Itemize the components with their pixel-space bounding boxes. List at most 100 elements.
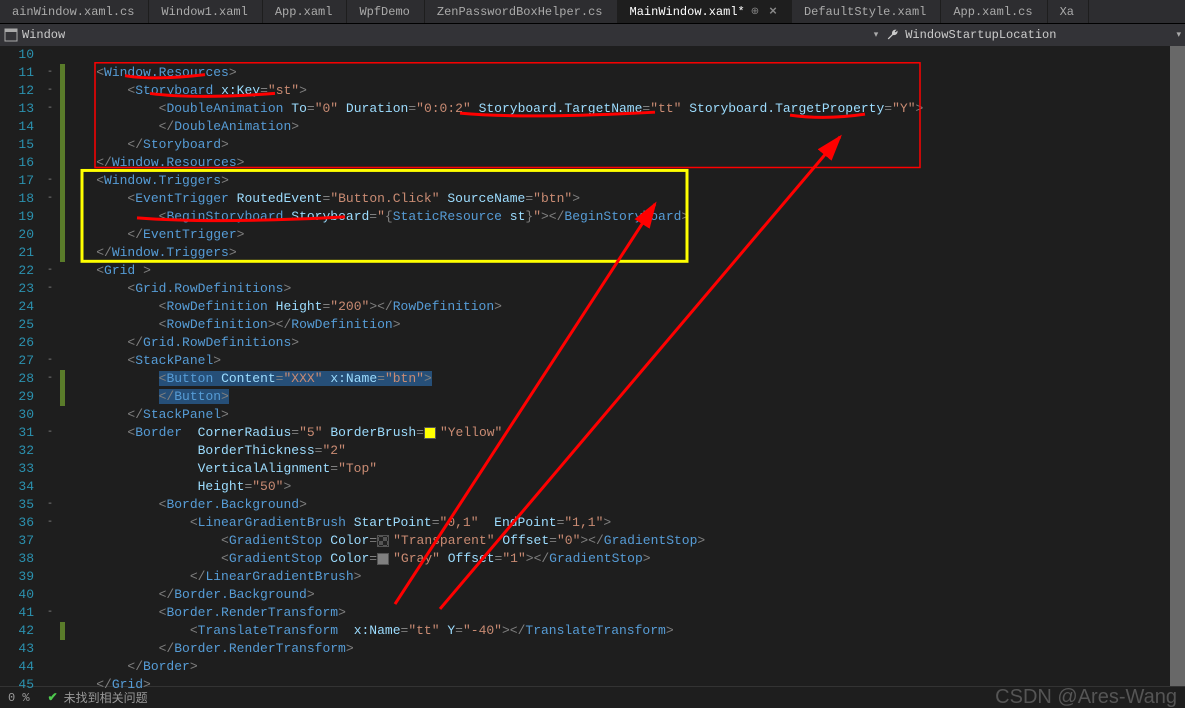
tab[interactable]: ZenPasswordBoxHelper.cs	[425, 0, 618, 23]
code-line[interactable]: </Border.Background>	[65, 586, 1185, 604]
tab[interactable]: WpfDemo	[347, 0, 424, 23]
line-number: 42	[0, 622, 34, 640]
code-line[interactable]: <GradientStop Color="Transparent" Offset…	[65, 532, 1185, 550]
line-number: 44	[0, 658, 34, 676]
code-area[interactable]: <Window.Resources> <Storyboard x:Key="st…	[65, 46, 1185, 686]
code-line[interactable]: <Storyboard x:Key="st">	[65, 82, 1185, 100]
code-line[interactable]: <LinearGradientBrush StartPoint="0,1" En…	[65, 514, 1185, 532]
line-number: 17	[0, 172, 34, 190]
code-line[interactable]: </Window.Resources>	[65, 154, 1185, 172]
fold-toggle	[40, 298, 60, 316]
code-line[interactable]: VerticalAlignment="Top"	[65, 460, 1185, 478]
nav-scope-label: Window	[22, 28, 65, 42]
fold-toggle[interactable]: -	[40, 172, 60, 190]
code-line[interactable]: <DoubleAnimation To="0" Duration="0:0:2"…	[65, 100, 1185, 118]
fold-toggle[interactable]: -	[40, 82, 60, 100]
fold-toggle	[40, 136, 60, 154]
line-number: 33	[0, 460, 34, 478]
fold-toggle	[40, 532, 60, 550]
tab[interactable]: App.xaml.cs	[941, 0, 1047, 23]
fold-toggle	[40, 622, 60, 640]
nav-member[interactable]: WindowStartupLocation ▾	[886, 28, 1181, 42]
line-number: 32	[0, 442, 34, 460]
line-number: 30	[0, 406, 34, 424]
wrench-icon	[886, 28, 900, 42]
code-line[interactable]: </Storyboard>	[65, 136, 1185, 154]
tab[interactable]: DefaultStyle.xaml	[792, 0, 941, 23]
fold-toggle	[40, 118, 60, 136]
code-line[interactable]: <StackPanel>	[65, 352, 1185, 370]
code-line[interactable]: </EventTrigger>	[65, 226, 1185, 244]
code-line[interactable]: <GradientStop Color="Gray" Offset="1"></…	[65, 550, 1185, 568]
fold-toggle	[40, 640, 60, 658]
line-number: 15	[0, 136, 34, 154]
nav-member-label: WindowStartupLocation	[905, 28, 1056, 42]
code-line[interactable]: <Border CornerRadius="5" BorderBrush="Ye…	[65, 424, 1185, 442]
vertical-scrollbar[interactable]	[1170, 46, 1185, 686]
code-line[interactable]: </LinearGradientBrush>	[65, 568, 1185, 586]
tab-bar: ainWindow.xaml.csWindow1.xamlApp.xamlWpf…	[0, 0, 1185, 24]
tab[interactable]: App.xaml	[263, 0, 348, 23]
fold-toggle[interactable]: -	[40, 370, 60, 388]
code-line[interactable]: <TranslateTransform x:Name="tt" Y="-40">…	[65, 622, 1185, 640]
scrollbar-thumb[interactable]	[1170, 46, 1185, 686]
line-number: 39	[0, 568, 34, 586]
fold-toggle[interactable]: -	[40, 190, 60, 208]
code-line[interactable]: </StackPanel>	[65, 406, 1185, 424]
code-line[interactable]: BorderThickness="2"	[65, 442, 1185, 460]
fold-toggle[interactable]: -	[40, 262, 60, 280]
line-number: 41	[0, 604, 34, 622]
fold-toggle[interactable]: -	[40, 352, 60, 370]
code-line[interactable]: <RowDefinition></RowDefinition>	[65, 316, 1185, 334]
fold-column[interactable]: -------------	[40, 46, 60, 686]
line-number: 14	[0, 118, 34, 136]
tab[interactable]: Window1.xaml	[149, 0, 262, 23]
nav-bar: Window ▾ WindowStartupLocation ▾	[0, 24, 1185, 46]
fold-toggle[interactable]: -	[40, 100, 60, 118]
tab[interactable]: MainWindow.xaml*⊕×	[618, 0, 792, 23]
fold-toggle[interactable]: -	[40, 64, 60, 82]
code-line[interactable]: <Grid.RowDefinitions>	[65, 280, 1185, 298]
fold-toggle[interactable]: -	[40, 604, 60, 622]
fold-toggle	[40, 226, 60, 244]
code-line[interactable]: </Grid.RowDefinitions>	[65, 334, 1185, 352]
code-line[interactable]: </Window.Triggers>	[65, 244, 1185, 262]
line-number: 10	[0, 46, 34, 64]
close-icon[interactable]: ×	[769, 4, 777, 19]
code-line[interactable]: <BeginStoryboard Storyboard="{StaticReso…	[65, 208, 1185, 226]
line-number: 25	[0, 316, 34, 334]
fold-toggle[interactable]: -	[40, 280, 60, 298]
code-line[interactable]: <Border.Background>	[65, 496, 1185, 514]
code-line[interactable]: </Grid>	[65, 676, 1185, 694]
tab[interactable]: Xa	[1048, 0, 1089, 23]
code-line[interactable]: </Button>	[65, 388, 1185, 406]
pin-icon[interactable]: ⊕	[751, 6, 759, 18]
code-line[interactable]: </Border>	[65, 658, 1185, 676]
nav-scope[interactable]: Window	[4, 28, 65, 42]
chevron-down-icon[interactable]: ▾	[1176, 30, 1181, 40]
code-line[interactable]: Height="50">	[65, 478, 1185, 496]
fold-toggle	[40, 676, 60, 694]
fold-toggle	[40, 406, 60, 424]
chevron-down-icon[interactable]: ▾	[874, 30, 879, 40]
code-line[interactable]: </Border.RenderTransform>	[65, 640, 1185, 658]
fold-toggle[interactable]: -	[40, 514, 60, 532]
code-line[interactable]: <Window.Triggers>	[65, 172, 1185, 190]
fold-toggle[interactable]: -	[40, 424, 60, 442]
code-line[interactable]: <RowDefinition Height="200"></RowDefinit…	[65, 298, 1185, 316]
code-editor[interactable]: 1011121314151617181920212223242526272829…	[0, 46, 1185, 686]
fold-toggle	[40, 550, 60, 568]
line-number: 31	[0, 424, 34, 442]
line-number: 18	[0, 190, 34, 208]
line-number: 24	[0, 298, 34, 316]
tab[interactable]: ainWindow.xaml.cs	[0, 0, 149, 23]
code-line[interactable]: </DoubleAnimation>	[65, 118, 1185, 136]
code-line[interactable]: <Grid >	[65, 262, 1185, 280]
code-line[interactable]: <Button Content="XXX" x:Name="btn">	[65, 370, 1185, 388]
code-line[interactable]: <Window.Resources>	[65, 64, 1185, 82]
code-line[interactable]	[65, 46, 1185, 64]
fold-toggle[interactable]: -	[40, 496, 60, 514]
fold-toggle	[40, 208, 60, 226]
code-line[interactable]: <EventTrigger RoutedEvent="Button.Click"…	[65, 190, 1185, 208]
code-line[interactable]: <Border.RenderTransform>	[65, 604, 1185, 622]
